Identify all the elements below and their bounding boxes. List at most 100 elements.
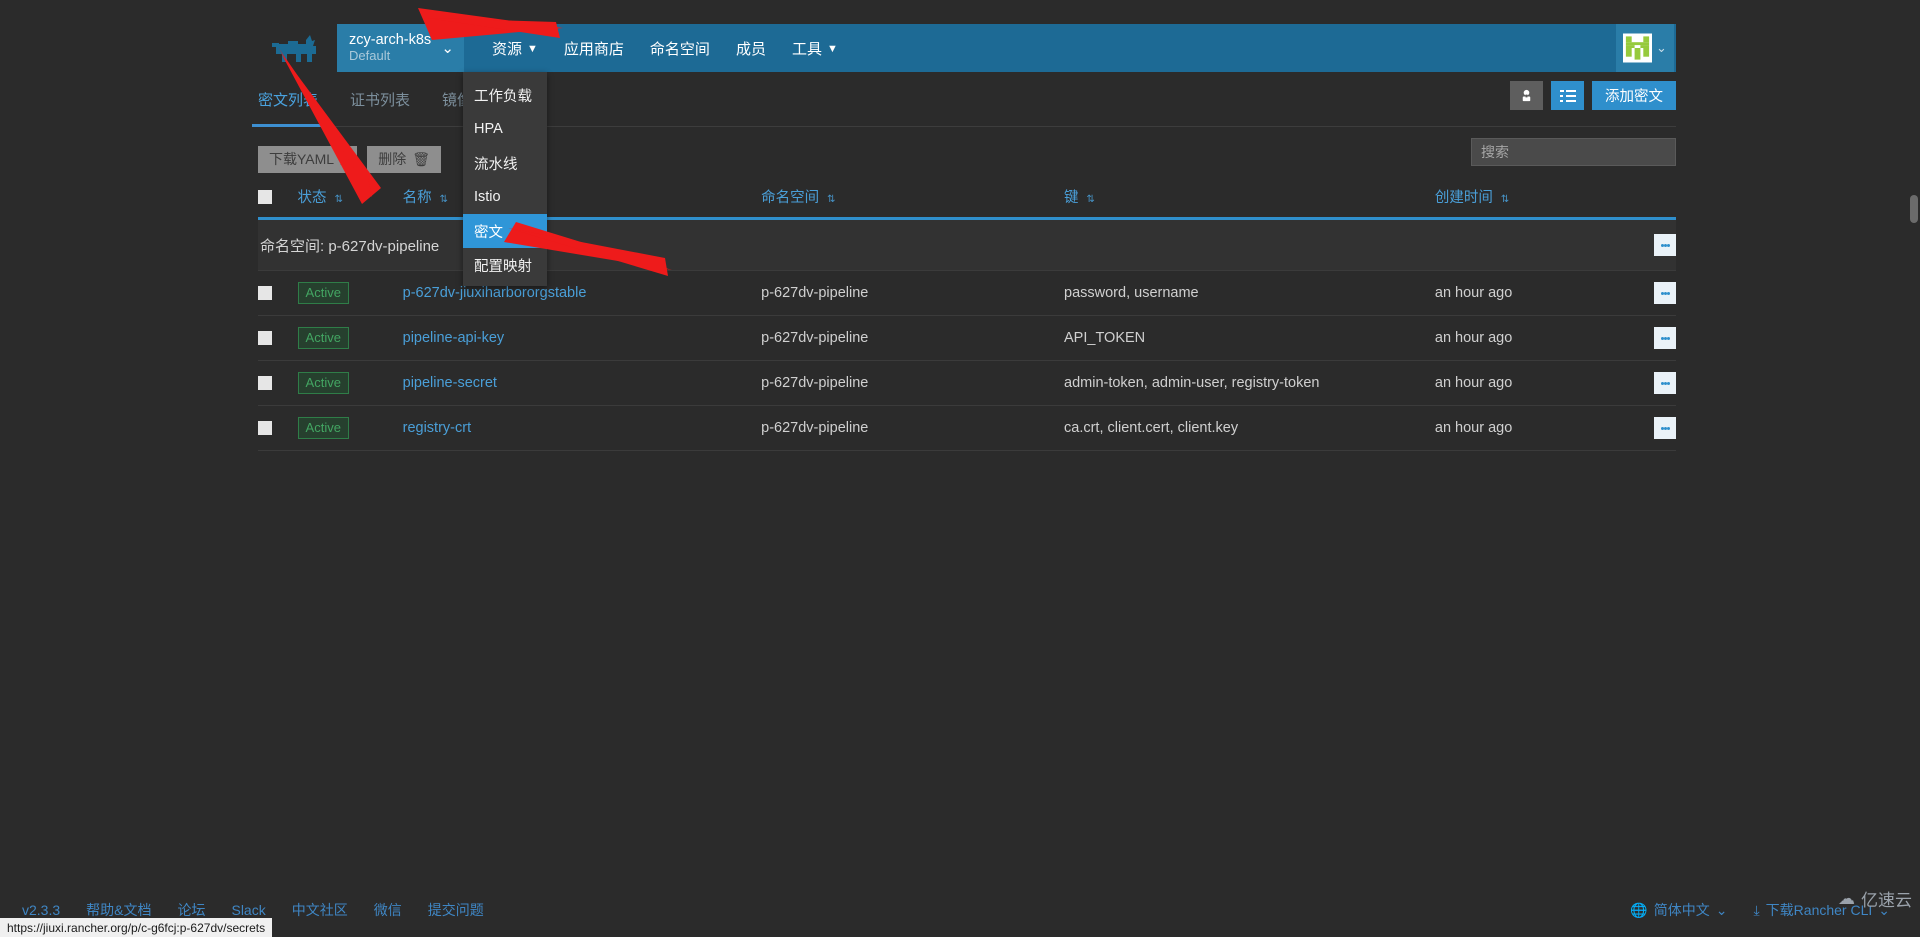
nav-item-resources[interactable]: 资源 ▼ <box>479 24 551 72</box>
download-icon: ⤓ <box>1753 901 1760 918</box>
rancher-cow-logo <box>271 35 316 62</box>
secret-name-link[interactable]: pipeline-api-key <box>403 330 505 346</box>
row-keys-cell: admin-token, admin-user, registry-token <box>1064 360 1435 406</box>
nav-label-app-store: 应用商店 <box>563 40 624 58</box>
tab-label-secrets: 密文列表 <box>258 91 319 109</box>
header-spacer <box>851 24 1616 72</box>
dropdown-item-istio[interactable]: Istio <box>463 180 547 214</box>
nav-item-namespaces[interactable]: 命名空间 <box>637 24 723 72</box>
row-checkbox[interactable] <box>258 421 272 436</box>
row-checkbox[interactable] <box>258 376 272 391</box>
dropdown-label-configmap: 配置映射 <box>474 258 532 275</box>
cloud-logo-icon: ☁ <box>1838 888 1855 908</box>
row-name-cell[interactable]: p-627dv-jiuxiharbororgstable <box>402 270 762 316</box>
main-nav: 资源 ▼ 应用商店 命名空间 成员 工具 ▼ <box>464 24 851 72</box>
chevron-down-icon: ▼ <box>826 43 838 55</box>
row-menu-icon[interactable] <box>1654 372 1676 394</box>
tab-label-certificates: 证书列表 <box>350 91 411 109</box>
nav-item-tools[interactable]: 工具 ▼ <box>779 24 851 72</box>
row-namespace-cell: p-627dv-pipeline <box>761 315 1065 361</box>
row-select-cell[interactable] <box>258 405 298 451</box>
column-header-name[interactable]: 名称 ⇅ <box>402 179 762 220</box>
column-label-state: 状态 <box>297 190 327 206</box>
column-header-namespace[interactable]: 命名空间 ⇅ <box>761 179 1065 220</box>
tab-secrets[interactable]: 密文列表 <box>251 72 325 127</box>
download-yaml-button[interactable]: 下载YAML ⤓ <box>258 145 358 173</box>
row-name-cell[interactable]: pipeline-api-key <box>402 315 762 361</box>
row-name-cell[interactable]: registry-crt <box>402 405 762 451</box>
column-header-state[interactable]: 状态 ⇅ <box>297 179 403 220</box>
group-by-icon-button[interactable] <box>1510 81 1543 110</box>
select-all-checkbox[interactable] <box>258 189 272 204</box>
select-all-header[interactable] <box>258 179 298 220</box>
footer-link-wechat[interactable]: 微信 <box>374 900 402 920</box>
delete-button[interactable]: 删除 🗑 <box>367 145 442 173</box>
dropdown-item-configmap[interactable]: 配置映射 <box>463 248 547 282</box>
nav-label-members: 成员 <box>735 40 766 58</box>
row-state-cell: Active <box>297 315 403 361</box>
row-menu-icon[interactable] <box>1654 234 1676 256</box>
row-select-cell[interactable] <box>258 315 298 361</box>
row-select-cell[interactable] <box>258 360 298 406</box>
row-created-cell: an hour ago <box>1434 270 1621 316</box>
row-menu-icon[interactable] <box>1654 282 1676 304</box>
language-selector[interactable]: 🌐 简体中文 ⌄ <box>1630 900 1727 920</box>
row-checkbox[interactable] <box>258 331 272 346</box>
footer-link-file-issue[interactable]: 提交问题 <box>428 900 484 920</box>
table-row[interactable]: Active registry-crt p-627dv-pipeline ca.… <box>258 405 1676 451</box>
nav-label-tools: 工具 <box>791 40 822 58</box>
nav-item-app-store[interactable]: 应用商店 <box>551 24 637 72</box>
chevron-down-icon: ⌄ <box>441 40 454 57</box>
status-bar-url: https://jiuxi.rancher.org/p/c-g6fcj:p-62… <box>0 918 273 937</box>
secret-name-link[interactable]: pipeline-secret <box>403 375 497 391</box>
download-icon: ⤓ <box>340 150 347 167</box>
app-root: zcy-arch-k8s Default ⌄ 资源 ▼ 应用商店 命名空间 成员… <box>0 0 1920 937</box>
footer: v2.3.3 帮助&文档 论坛 Slack 中文社区 微信 提交问题 🌐 简体中… <box>0 897 1920 923</box>
list-view-icon <box>1559 89 1576 102</box>
user-menu[interactable]: ⌄ <box>1616 24 1674 72</box>
cluster-selector[interactable]: zcy-arch-k8s Default ⌄ <box>337 24 464 72</box>
nav-label-namespaces: 命名空间 <box>649 40 710 58</box>
row-menu-icon[interactable] <box>1654 417 1676 439</box>
watermark: ☁ 亿速云 <box>1838 886 1912 911</box>
table-row[interactable]: Active pipeline-api-key p-627dv-pipeline… <box>258 315 1676 361</box>
status-badge: Active <box>297 417 349 439</box>
search-input[interactable] <box>1471 138 1676 166</box>
row-keys-cell: API_TOKEN <box>1064 315 1435 361</box>
tab-certificates[interactable]: 证书列表 <box>350 72 410 127</box>
footer-link-version[interactable]: v2.3.3 <box>22 902 60 918</box>
table-row[interactable]: Active pipeline-secret p-627dv-pipeline … <box>258 360 1676 406</box>
status-badge: Active <box>297 282 349 304</box>
footer-link-chinese-community[interactable]: 中文社区 <box>292 900 348 920</box>
secret-name-link[interactable]: registry-crt <box>403 420 471 436</box>
footer-link-forum[interactable]: 论坛 <box>177 900 205 920</box>
dropdown-item-workload[interactable]: 工作负载 <box>463 78 547 112</box>
row-name-cell[interactable]: pipeline-secret <box>402 360 762 406</box>
secret-name-link[interactable]: p-627dv-jiuxiharbororgstable <box>403 285 587 301</box>
dropdown-item-secrets[interactable]: 密文 <box>463 214 547 248</box>
row-select-cell[interactable] <box>258 270 298 316</box>
panel-toolbar: 添加密文 <box>1510 81 1676 110</box>
row-actions-cell <box>1620 315 1676 361</box>
row-actions-cell <box>1620 405 1676 451</box>
column-header-created[interactable]: 创建时间 ⇅ <box>1434 179 1621 220</box>
nav-item-members[interactable]: 成员 <box>723 24 779 72</box>
rancher-logo[interactable] <box>258 24 337 72</box>
row-namespace-cell: p-627dv-pipeline <box>761 405 1065 451</box>
footer-link-docs[interactable]: 帮助&文档 <box>86 900 151 920</box>
dropdown-label-secrets: 密文 <box>474 224 503 241</box>
row-menu-icon[interactable] <box>1654 327 1676 349</box>
dropdown-label-istio: Istio <box>474 189 501 205</box>
footer-link-slack[interactable]: Slack <box>231 902 265 918</box>
scrollbar-thumb[interactable] <box>1910 195 1918 223</box>
dropdown-item-hpa[interactable]: HPA <box>463 112 547 146</box>
download-yaml-label: 下载YAML <box>269 151 335 167</box>
dropdown-item-pipeline[interactable]: 流水线 <box>463 146 547 180</box>
chevron-down-icon: ⌄ <box>1715 901 1728 918</box>
add-secret-button[interactable]: 添加密文 <box>1592 81 1676 110</box>
delete-label: 删除 <box>378 151 407 167</box>
row-checkbox[interactable] <box>258 286 272 301</box>
list-view-icon-button[interactable] <box>1551 81 1584 110</box>
chevron-down-icon: ⌄ <box>1656 40 1667 55</box>
column-header-keys[interactable]: 键 ⇅ <box>1064 179 1435 220</box>
